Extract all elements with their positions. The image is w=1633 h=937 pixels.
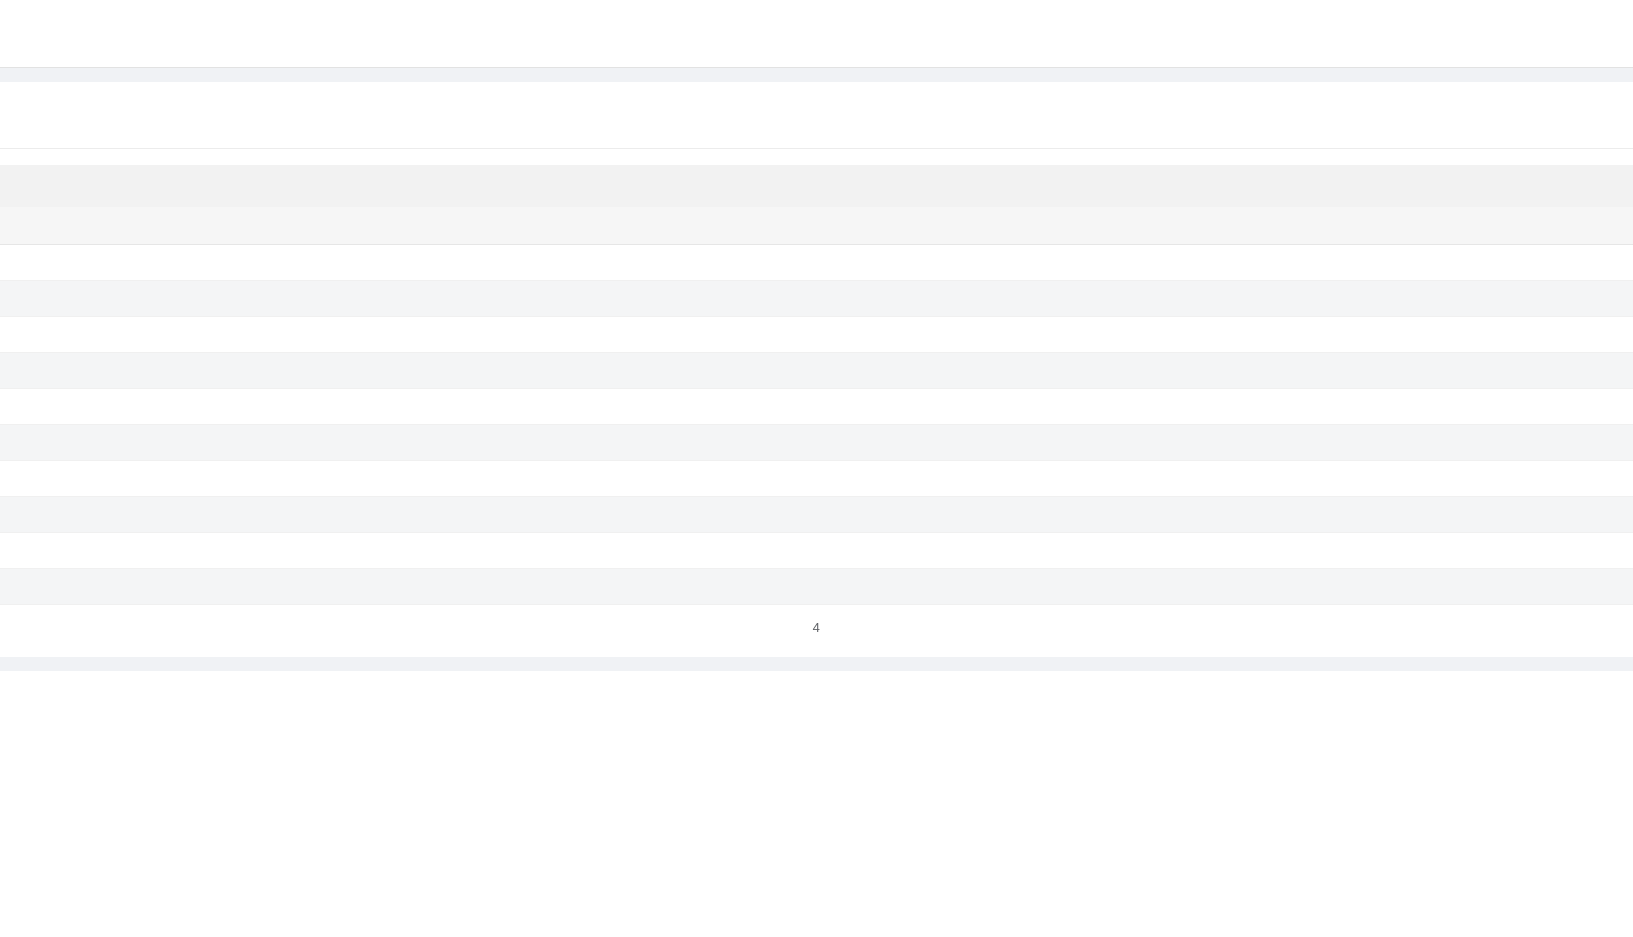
table-row: 巴城镇8694760552...巨鼎天衡1/63163.15/24785...正… bbox=[0, 424, 1633, 461]
table-row: 8694760552...8694760552...0/270/831.9待激活… bbox=[0, 280, 1633, 317]
pagination-pages: 1...456 bbox=[0, 615, 1633, 641]
cell-actions: 编辑 bbox=[0, 352, 1633, 389]
page: 巨鼎物联网数字平台 首页设备列表商户管理物品编码回收记录统计报表授权平台接入平台… bbox=[0, 0, 1633, 671]
column-header: 操作 bbox=[0, 207, 1633, 245]
cell-actions: 编辑 bbox=[0, 244, 1633, 281]
cell-actions: 编辑 bbox=[0, 424, 1633, 461]
cell-actions: 编辑 bbox=[0, 316, 1633, 353]
app-frame: 巨鼎物联网数字平台 首页设备列表商户管理物品编码回收记录统计报表授权平台接入平台… bbox=[0, 0, 1633, 671]
topbar: 系统维护人员 ▼ bbox=[0, 0, 1633, 29]
table-body: 淀山湖镇8694760552...巨鼎天衡0/150/169.15正常离线202… bbox=[0, 244, 1633, 605]
tabbar: « 首页设备列表× » ∨ bbox=[0, 29, 1633, 68]
cell-actions: 编辑 bbox=[0, 460, 1633, 497]
grid-toolbar: 分配 回收 bbox=[0, 165, 1633, 207]
table-row: 周庄镇8694760552...巨鼎天衡0/00/0正常离线2021-06-05… bbox=[0, 352, 1633, 389]
table-row: 巴城镇8694760552...巨鼎天衡0/2780/12642.15正常在线2… bbox=[0, 532, 1633, 569]
cell-actions: 编辑 bbox=[0, 496, 1633, 533]
cell-actions: 编辑 bbox=[0, 568, 1633, 605]
grid-wrap: 分配 回收 所属商户设备编号设备名称今日/累计称...今日/累计 bbox=[0, 165, 1633, 651]
cell-actions: 编辑 bbox=[0, 280, 1633, 317]
device-table: 所属商户设备编号设备名称今日/累计称...今日/累计重...设备状态网络状态信号… bbox=[0, 207, 1633, 605]
page-button-4[interactable]: 4 bbox=[0, 615, 1633, 641]
search-row: 查询 添加 bbox=[0, 82, 1633, 149]
cell-actions: 编辑 bbox=[0, 532, 1633, 569]
table-row: 淀山湖镇8694760552...巨鼎天衡0/150/169.15正常离线202… bbox=[0, 244, 1633, 281]
pagination: ‹ 1...456 › 到第 页 确定 共 53 条 bbox=[0, 605, 1633, 651]
table-row: 周市镇8694760552...巨鼎天衡0/920/21744正常在线2021-… bbox=[0, 316, 1633, 353]
main-area: 系统维护人员 ▼ « 首页设备列表× » ∨ bbox=[0, 0, 1633, 671]
device-list-panel: 查询 添加 分配 回收 bbox=[0, 82, 1633, 657]
table-row: 巴城镇8694760551...巨鼎天衡1/29259.95/15382...正… bbox=[0, 496, 1633, 533]
table-header-row: 所属商户设备编号设备名称今日/累计称...今日/累计重...设备状态网络状态信号… bbox=[0, 207, 1633, 245]
content: 查询 添加 分配 回收 bbox=[0, 68, 1633, 671]
table-row: 周市镇8694760552...巨鼎天衡3/20061.05/6038.1正常在… bbox=[0, 460, 1633, 497]
cell-actions: 编辑 bbox=[0, 388, 1633, 425]
table-row: 周市镇8694760552...巨鼎天衡2/8770.45/6050.5正常在线… bbox=[0, 388, 1633, 425]
table-row: 巴城镇8694760551...巨鼎天衡0/1380/4849.7正常在线202… bbox=[0, 568, 1633, 605]
